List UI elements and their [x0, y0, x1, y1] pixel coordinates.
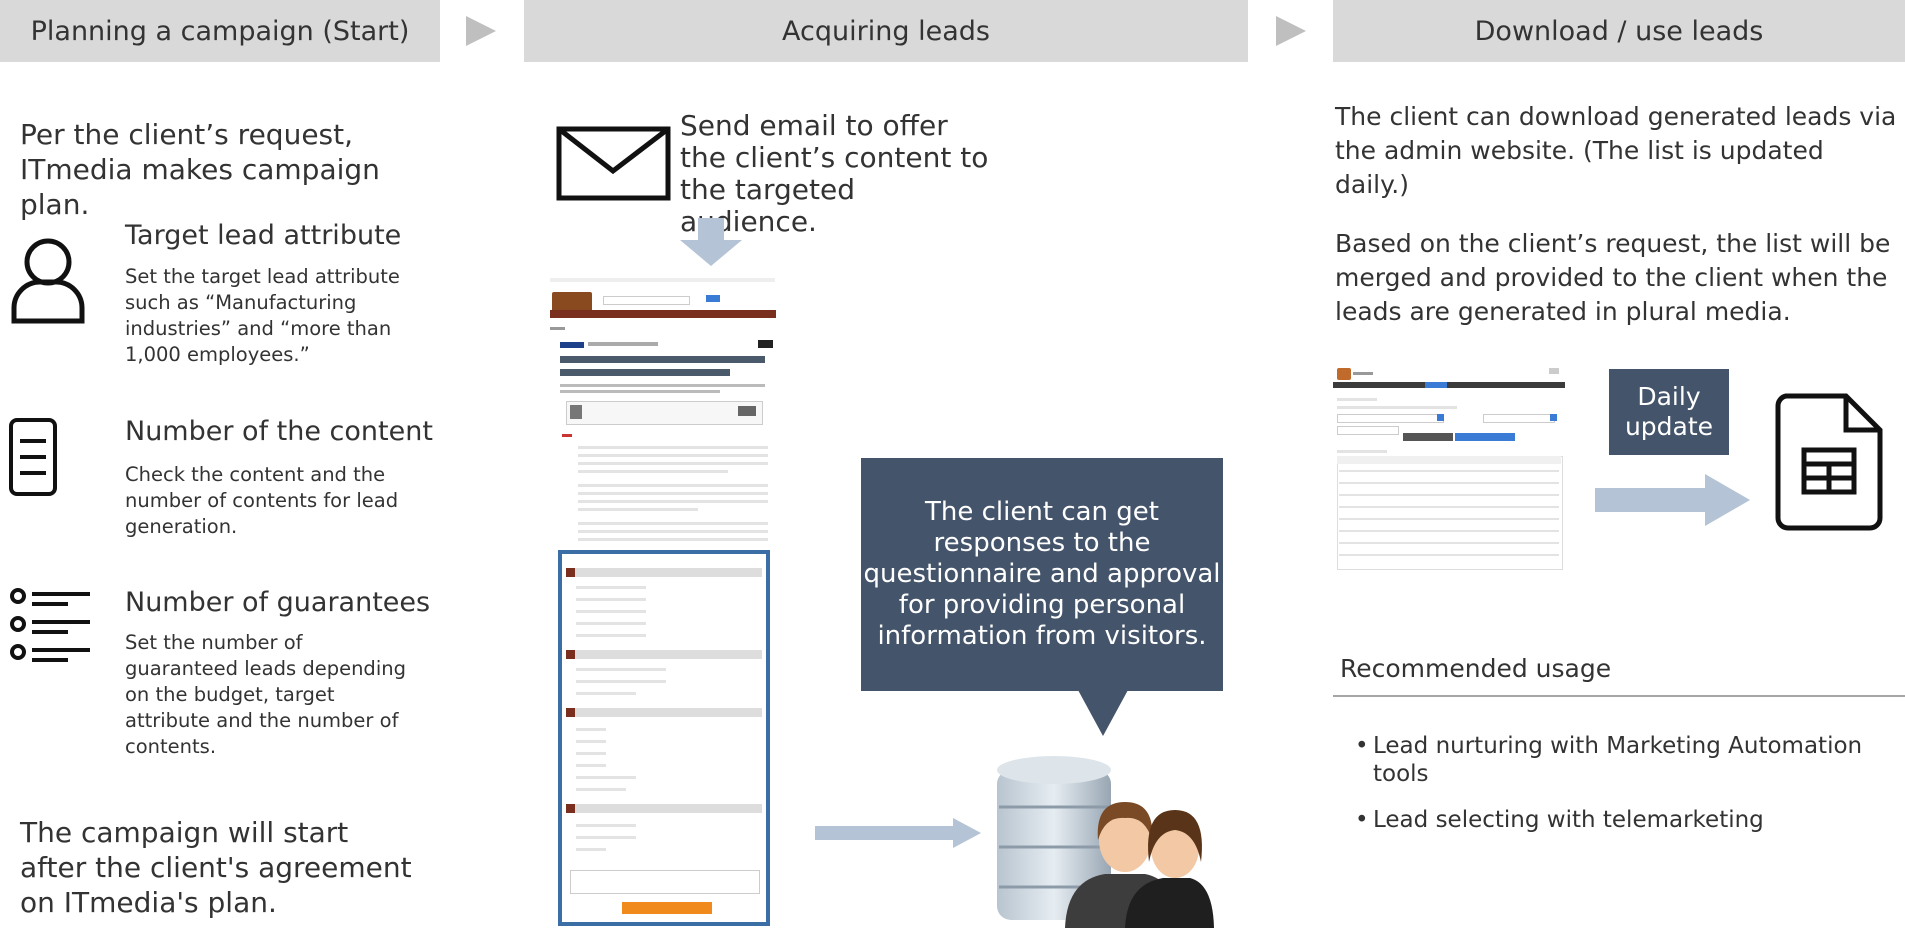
site-nav-bar: [550, 310, 776, 318]
item-desc-content: Check the content and the number of cont…: [125, 463, 399, 538]
planning-intro: Per the client’s request, ITmedia makes …: [20, 118, 380, 221]
arrow-down-icon: [680, 218, 742, 266]
phase-planning-header: Planning a campaign (Start): [0, 0, 440, 62]
chevron-right-icon: [466, 16, 496, 46]
daily-update-label: Daily update: [1624, 382, 1714, 441]
item-title-content: Number of the content: [125, 416, 433, 447]
phase-acquiring-header: Acquiring leads: [524, 0, 1248, 62]
planning-outro: The campaign will start after the client…: [20, 816, 412, 919]
recommended-usage-list: Lead nurturing with Marketing Automation…: [1355, 732, 1895, 852]
document-list-icon: [9, 418, 57, 496]
download-para-1: The client can download generated leads …: [1335, 102, 1897, 199]
spreadsheet-file-icon: [1775, 393, 1883, 531]
item-title-guarantees: Number of guarantees: [125, 587, 431, 618]
database-users-icon: [997, 756, 1214, 928]
callout-text: The client can get responses to the ques…: [863, 497, 1221, 651]
person-outline-icon: [11, 238, 85, 324]
form-submit-button: [622, 902, 712, 914]
admin-site-thumbnail: [1333, 364, 1565, 570]
phase-download-header: Download / use leads: [1333, 0, 1905, 62]
questionnaire-form: [558, 550, 770, 926]
envelope-icon: [556, 126, 671, 201]
landing-page-thumbnail: [548, 274, 779, 928]
item-desc-target: Set the target lead attribute such as “M…: [125, 265, 400, 366]
item-title-target: Target lead attribute: [125, 220, 402, 251]
list-item: Lead nurturing with Marketing Automation…: [1355, 732, 1895, 788]
arrow-right-icon: [815, 818, 981, 848]
recommended-usage-heading: Recommended usage: [1340, 654, 1612, 683]
daily-update-box: Daily update: [1609, 369, 1729, 455]
list-item: Lead selecting with telemarketing: [1355, 806, 1895, 834]
bulleted-list-icon: [10, 588, 90, 662]
item-desc-guarantees: Set the number of guaranteed leads depen…: [125, 631, 406, 758]
chevron-right-icon: [1276, 16, 1306, 46]
recommended-divider: [1333, 695, 1905, 697]
responses-callout: The client can get responses to the ques…: [861, 458, 1223, 691]
download-para-2: Based on the client’s request, the list …: [1335, 229, 1891, 326]
callout-pointer: [1078, 690, 1128, 736]
arrow-right-icon: [1595, 474, 1750, 526]
